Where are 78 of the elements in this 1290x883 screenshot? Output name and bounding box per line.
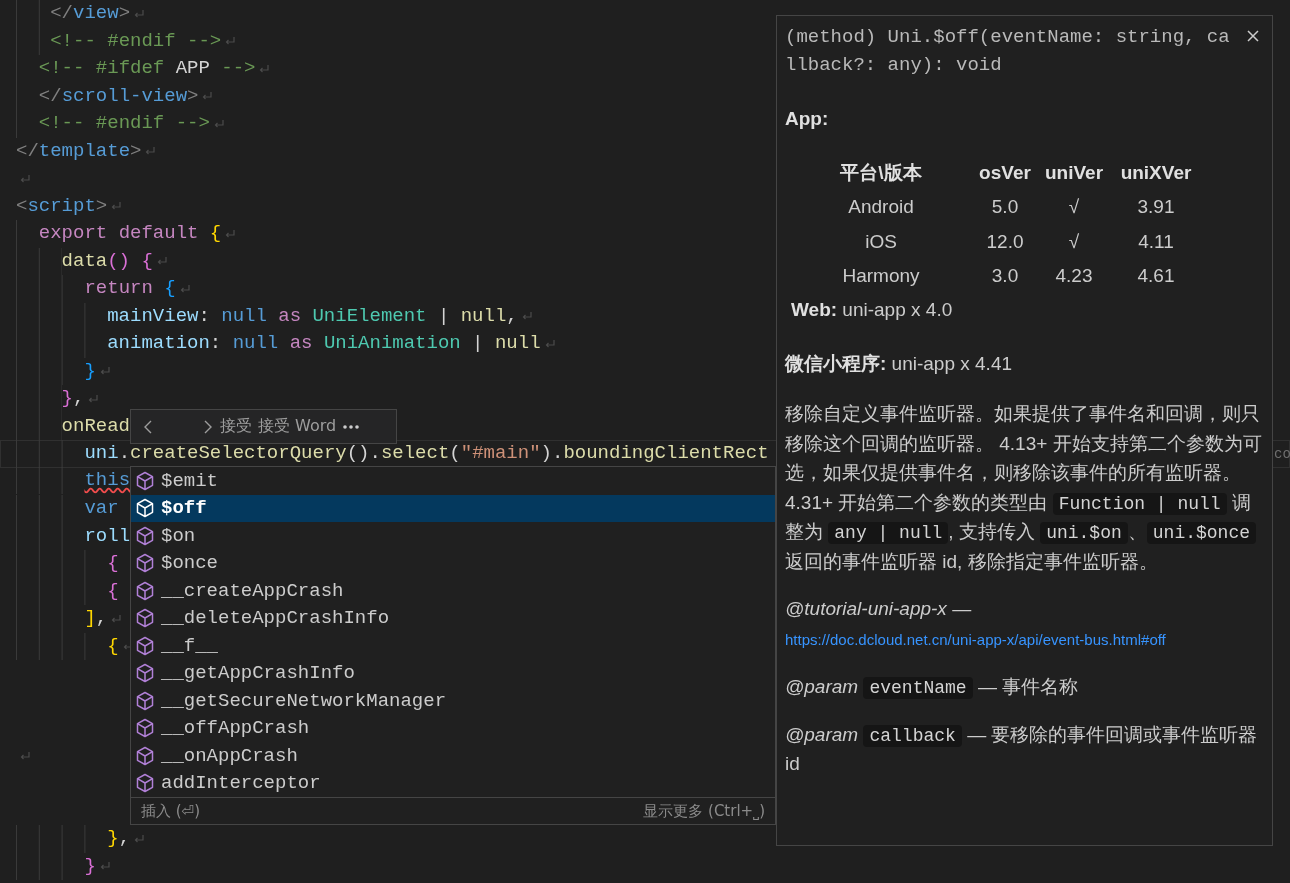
column-header: osVer bbox=[978, 160, 1032, 185]
column-header: 平台\版本 bbox=[839, 160, 923, 185]
suggestion-item[interactable]: __onAppCrash bbox=[131, 742, 775, 770]
code-line: </scroll-view> bbox=[16, 82, 199, 110]
suggestion-item[interactable]: addInterceptor bbox=[131, 769, 775, 797]
cube-icon bbox=[134, 469, 156, 492]
suggestion-item[interactable]: __createAppCrash bbox=[131, 577, 775, 605]
cube-icon bbox=[134, 607, 156, 630]
cube-icon bbox=[134, 634, 156, 657]
tutorial-text: @tutorial-uni-app-x — https://doc.dcloud.net.cn/uni-app-x/api/event-bus.html#off bbox=[785, 597, 1167, 650]
show-more-hint[interactable]: 显示更多 (Ctrl+⎵) bbox=[643, 801, 765, 821]
cube-icon bbox=[134, 689, 156, 712]
insert-hint: 插入 (⏎) bbox=[141, 801, 201, 821]
code-line: <!-- #endif --> bbox=[16, 110, 210, 138]
table-cell-text: 4.61 bbox=[1136, 264, 1176, 288]
code-line: } bbox=[16, 357, 96, 385]
description-text: 移除自定义事件监听器。如果提供了事件名和回调，则只移除这个回调的监听器。 4.13+ 开始支持第二个参数为可选，如果仅提供事件名，则移除该事件的所有监听器。 4.31+ 开始第二个参数的类型由 Function | null 调整为 any | null , 支持传入 uni.$on 、 uni.$once 返回的事件监听器 id, 移除指定事件监听器。 bbox=[785, 402, 1263, 574]
suggestion-item[interactable]: $off bbox=[131, 494, 775, 522]
code-line: roll bbox=[16, 522, 131, 550]
code-line: onRead bbox=[16, 412, 131, 440]
table-cell-text: 3.0 bbox=[990, 264, 1020, 288]
accept-button[interactable]: 接受 Word bbox=[255, 414, 340, 439]
suggestion-item[interactable]: __getSecureNetworkManager bbox=[131, 687, 775, 715]
accept-button[interactable]: 接受 bbox=[217, 414, 255, 439]
platform-support-text: Web: uni-app x 4.0 bbox=[790, 298, 954, 322]
code-line: <!-- #endif --> bbox=[16, 27, 222, 55]
code-line: { bbox=[16, 632, 119, 660]
code-line: <script> bbox=[16, 193, 108, 219]
code-line: uni.createSelectorQuery().select("#main").boundingClientRect bbox=[16, 440, 769, 468]
code-line: mainView: null as UniElement | null, bbox=[16, 302, 518, 330]
table-cell-text: 3.91 bbox=[1136, 195, 1176, 219]
table-cell-text: 5.0 bbox=[990, 195, 1020, 219]
code-line: <!-- #ifdef APP --> bbox=[16, 55, 256, 83]
table-cell-text: √ bbox=[1067, 229, 1081, 254]
cube-icon bbox=[134, 524, 156, 547]
close-icon bbox=[1246, 29, 1260, 43]
suggestion-item[interactable]: __f__ bbox=[131, 632, 775, 660]
more-icon bbox=[342, 423, 361, 430]
table-cell-text: 4.11 bbox=[1137, 229, 1175, 254]
column-header: uniVer bbox=[1043, 160, 1105, 185]
table-cell-text: iOS bbox=[864, 229, 898, 254]
platform-support-text: 微信小程序: uni-app x 4.41 bbox=[785, 352, 1014, 376]
doc-link[interactable]: https://doc.dcloud.net.cn/uni-app-x/api/event-bus.html#off bbox=[785, 630, 1166, 648]
code-line: { bbox=[16, 577, 119, 605]
cube-icon bbox=[134, 662, 156, 685]
section-heading: App: bbox=[785, 107, 830, 131]
cube-icon bbox=[134, 772, 156, 795]
code-line: { bbox=[16, 550, 119, 578]
cube-icon bbox=[134, 497, 156, 520]
param-text: @param eventName — 事件名称 bbox=[785, 675, 1080, 701]
param-text: @param callback — 要移除的事件回调或事件监听器 id bbox=[785, 722, 1259, 776]
suggestion-item[interactable]: __deleteAppCrashInfo bbox=[131, 604, 775, 632]
table-cell-text: 12.0 bbox=[985, 229, 1025, 254]
code-line: animation: null as UniAnimation | null bbox=[16, 330, 541, 358]
code-line: data() { bbox=[16, 247, 153, 275]
suggestion-item[interactable]: $once bbox=[131, 549, 775, 577]
suggestion-item[interactable]: $on bbox=[131, 522, 775, 550]
table-cell-text: √ bbox=[1067, 195, 1081, 219]
table-cell-text: Harmony bbox=[841, 264, 921, 288]
table-cell-text: 4.23 bbox=[1054, 264, 1094, 288]
cube-icon bbox=[134, 579, 156, 602]
code-line: export default { bbox=[16, 220, 222, 248]
column-header: uniXVer bbox=[1119, 160, 1193, 185]
code-line: var bbox=[16, 495, 119, 523]
code-line: </template> bbox=[16, 138, 142, 164]
code-text: co bbox=[1274, 445, 1290, 464]
method-signature: (method) Uni.$off(eventName: string, callback?: any): void bbox=[785, 25, 1230, 78]
suggestion-item[interactable]: __offAppCrash bbox=[131, 714, 775, 742]
code-line: return { bbox=[16, 275, 176, 303]
cube-icon bbox=[134, 744, 156, 767]
suggestion-item[interactable]: __getAppCrashInfo bbox=[131, 659, 775, 687]
cube-icon bbox=[134, 552, 156, 575]
code-line: this bbox=[16, 466, 131, 496]
suggestion-item[interactable]: $emit bbox=[131, 467, 775, 495]
cube-icon bbox=[134, 717, 156, 740]
table-cell-text: Android bbox=[847, 195, 915, 219]
code-line: </view> bbox=[16, 0, 131, 28]
code-line: } bbox=[16, 852, 96, 880]
